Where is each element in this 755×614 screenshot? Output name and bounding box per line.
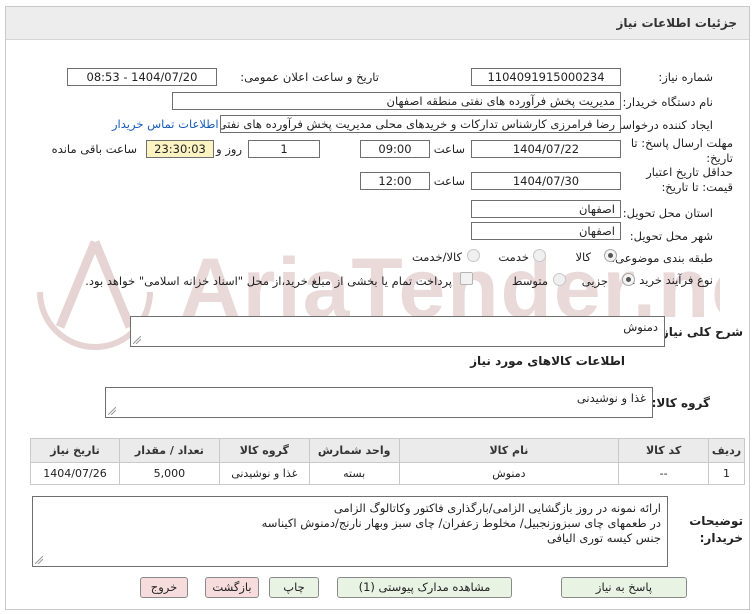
cell-date: 1404/07/26 [30, 462, 120, 485]
remaining-time-field: 23:30:03 [146, 140, 214, 158]
cell-name: دمنوش [398, 462, 620, 485]
panel-header: جزئیات اطلاعات نیاز [6, 7, 749, 40]
category-option-goods: کالا [575, 250, 591, 264]
exit-button[interactable]: خروج [140, 577, 188, 598]
validity-time-field: 12:00 [360, 172, 430, 190]
province-field: اصفهان [471, 200, 621, 218]
col-row: ردیف [708, 438, 745, 463]
requester-label: ایجاد کننده درخواست: [607, 118, 713, 132]
need-number-label: شماره نیاز: [658, 70, 713, 84]
buyer-contact-link[interactable]: اطلاعات تماس خریدار [112, 117, 219, 131]
deadline-label: مهلت ارسال پاسخ: تا تاریخ: [630, 136, 733, 165]
requester-field: رضا فرامرزی کارشناس تدارکات و خریدهای مح… [220, 115, 621, 133]
cell-code: -- [618, 462, 710, 485]
cell-quantity: 5,000 [119, 462, 220, 485]
buyer-org-field: مدیریت پخش فرآورده های نفتی منطقه اصفهان [172, 92, 621, 110]
deadline-time-label: ساعت [433, 142, 465, 156]
need-summary-field: دمنوش [130, 316, 665, 347]
buyer-notes-label: توضیحات خریدار: [689, 514, 743, 545]
resize-grip-icon[interactable] [35, 556, 43, 564]
treasury-checkbox[interactable] [460, 272, 473, 285]
category-radio-service[interactable] [533, 249, 546, 262]
remaining-label: ساعت باقی مانده [51, 142, 137, 156]
process-radio-medium[interactable] [553, 273, 566, 286]
goods-group-text: غذا و نوشیدنی [576, 391, 646, 405]
days-field: 1 [248, 140, 320, 158]
buyer-notes-field: ارائه نمونه در روز بازگشایی الزامی/بارگذ… [32, 496, 668, 567]
announce-label: تاریخ و ساعت اعلان عمومی: [240, 70, 379, 84]
deadline-date-field: 1404/07/22 [471, 140, 621, 158]
category-option-service: خدمت [498, 250, 529, 264]
validity-date-field: 1404/07/30 [471, 172, 621, 190]
need-number-field: 1104091915000234 [471, 68, 621, 86]
announce-field: 1404/07/20 - 08:53 [67, 68, 217, 86]
process-option-medium: متوسط [511, 274, 548, 288]
col-name: نام کالا [398, 438, 620, 463]
days-label: روز و [216, 142, 242, 156]
col-group: گروه کالا [218, 438, 310, 463]
resize-grip-icon[interactable] [133, 336, 141, 344]
category-label: طبقه بندی موضوعی: [611, 251, 713, 265]
validity-label: حداقل تاریخ اعتبار قیمت: تا تاریخ: [646, 165, 733, 194]
col-code: کد کالا [618, 438, 710, 463]
print-button[interactable]: چاپ [269, 577, 319, 598]
goods-group-field: غذا و نوشیدنی [105, 387, 653, 418]
goods-section-title: اطلاعات کالاهای مورد نیاز [470, 354, 625, 368]
city-field: اصفهان [471, 222, 621, 240]
process-option-minor: جزیی [581, 274, 608, 288]
buyer-notes-line: جنس کیسه توری الیافی [546, 531, 661, 545]
col-date: تاریخ نیاز [30, 438, 120, 463]
goods-group-label: گروه کالا: [651, 396, 710, 410]
buyer-notes-line: ارائه نمونه در روز بازگشایی الزامی/بارگذ… [333, 501, 661, 515]
items-table: ردیف کد کالا نام کالا واحد شمارش گروه کا… [30, 438, 745, 485]
col-quantity: تعداد / مقدار [119, 438, 220, 463]
category-radio-goods[interactable] [604, 249, 617, 262]
deadline-time-field: 09:00 [360, 140, 430, 158]
table-header-row: ردیف کد کالا نام کالا واحد شمارش گروه کا… [30, 438, 745, 463]
need-summary-text: دمنوش [623, 320, 658, 334]
reply-button[interactable]: پاسخ به نیاز [561, 577, 687, 598]
payment-note: پرداخت تمام یا بخشی از مبلغ خرید،از محل … [85, 274, 452, 288]
cell-group: غذا و نوشیدنی [218, 462, 310, 485]
buyer-notes-line: در طعمهای چای سبزوزنجبیل/ مخلوط زعفران/ … [261, 516, 661, 530]
table-row: 1 -- دمنوش بسته غذا و نوشیدنی 5,000 1404… [30, 462, 745, 485]
cell-unit: بسته [308, 462, 400, 485]
panel-title: جزئیات اطلاعات نیاز [616, 16, 737, 30]
col-unit: واحد شمارش [308, 438, 400, 463]
back-button[interactable]: بازگشت [205, 577, 259, 598]
resize-grip-icon[interactable] [108, 407, 116, 415]
category-radio-both[interactable] [467, 249, 480, 262]
view-docs-button[interactable]: مشاهده مدارک پیوستی (1) [337, 577, 512, 598]
process-radio-minor[interactable] [622, 273, 635, 286]
city-label: شهر محل تحویل: [629, 229, 713, 243]
validity-time-label: ساعت [433, 174, 465, 188]
need-summary-label: شرح کلی نیاز: [657, 325, 743, 339]
category-option-both: کالا/خدمت [411, 250, 462, 264]
province-label: استان محل تحویل: [622, 206, 713, 220]
process-label: نوع فرآیند خرید : [631, 273, 713, 287]
buyer-org-label: نام دستگاه خریدار: [622, 95, 713, 109]
cell-row: 1 [708, 462, 745, 485]
